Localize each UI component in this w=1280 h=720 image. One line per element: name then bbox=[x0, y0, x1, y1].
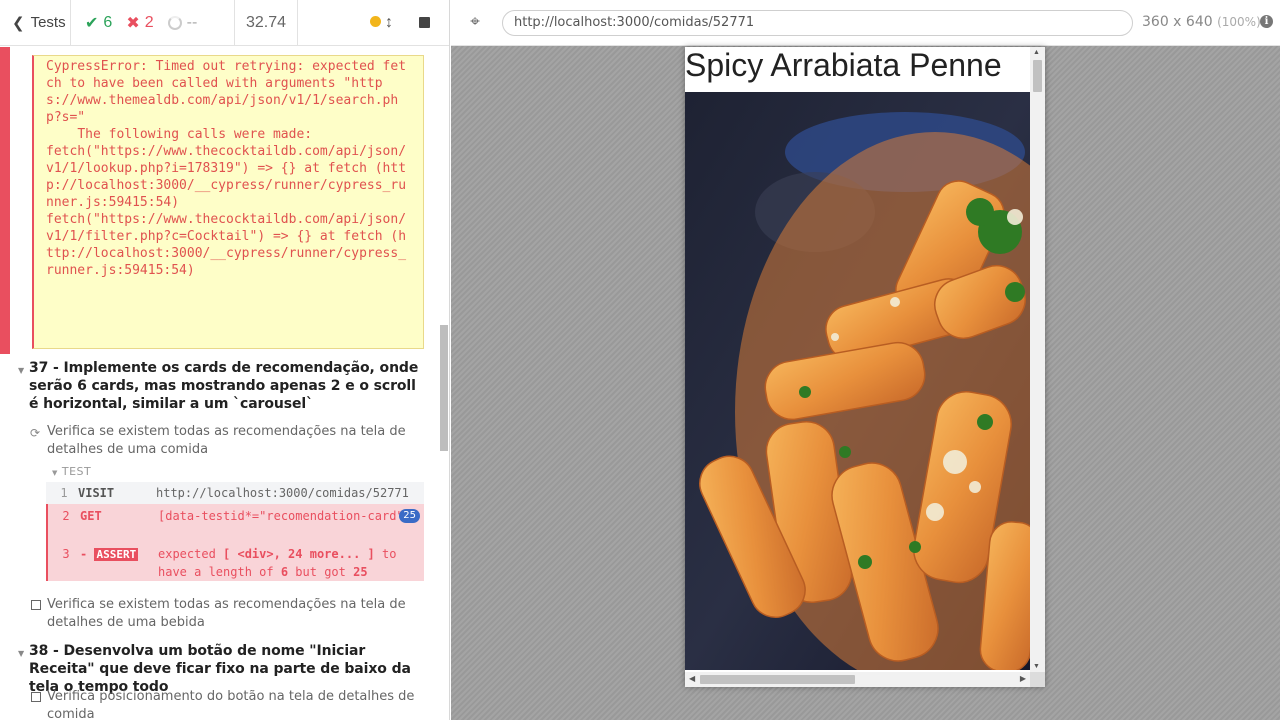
scroll-down-icon[interactable]: ▼ bbox=[1033, 663, 1040, 670]
scroll-up-icon[interactable]: ▲ bbox=[1033, 49, 1040, 56]
run-controls: ↕ bbox=[298, 0, 449, 46]
viewport-info: 360 x 640 (100%) bbox=[1142, 14, 1261, 30]
error-line: CypressError: Timed out retrying: expect… bbox=[46, 59, 407, 125]
reporter-scrollbar[interactable] bbox=[440, 325, 448, 451]
chevron-left-icon: ❮ bbox=[12, 14, 25, 32]
viewport-size: 360 x 640 bbox=[1142, 14, 1213, 30]
failed-count: ✖ 2 bbox=[126, 13, 153, 33]
command-prefix: - bbox=[80, 547, 88, 561]
command-message: expected [ <div>, 24 more... ] to have a… bbox=[158, 545, 414, 581]
pending-value: -- bbox=[186, 13, 198, 31]
command-message: http://localhost:3000/comidas/52771 bbox=[156, 486, 409, 500]
iframe-horizontal-scrollbar[interactable]: ◀ ▶ bbox=[685, 672, 1030, 687]
assert-label: ASSERT bbox=[94, 548, 139, 561]
url-bar: ⌖ http://localhost:3000/comidas/52771 36… bbox=[451, 0, 1280, 46]
command-get[interactable]: 2 GET [data-testid*="recomendation-card"… bbox=[46, 504, 424, 542]
duration: 32.74 bbox=[235, 0, 298, 46]
scrollbar-corner bbox=[1030, 672, 1045, 687]
auto-scroll-toggle[interactable]: ↕ bbox=[370, 14, 393, 32]
scroll-left-icon[interactable]: ◀ bbox=[689, 674, 695, 683]
runnable-list: CypressError: Timed out retrying: expect… bbox=[0, 47, 440, 720]
collapse-triangle-icon: ▼ bbox=[52, 469, 58, 477]
reporter-panel: ❮ Tests ✔ 6 ✖ 2 -- 32.74 ↕ CypressError:… bbox=[0, 0, 450, 720]
refresh-icon: ⟳ bbox=[30, 426, 41, 440]
test-title: Verifica se existem todas as recomendaçõ… bbox=[47, 424, 406, 457]
error-line: fetch("https://www.thecocktaildb.com/api… bbox=[46, 144, 407, 210]
tests-label: Tests bbox=[30, 14, 66, 31]
test-item-running[interactable]: ⟳ Verifica se existem todas as recomenda… bbox=[30, 423, 425, 459]
pending-count: -- bbox=[167, 13, 198, 32]
msg-subject: [ <div>, 24 more... ] bbox=[223, 547, 375, 561]
msg-expected-length: 6 bbox=[280, 565, 289, 579]
error-line: The following calls were made: bbox=[46, 127, 313, 142]
check-icon: ✔ bbox=[85, 14, 99, 32]
dot-icon bbox=[370, 15, 381, 27]
viewport-zoom: (100%) bbox=[1217, 15, 1261, 29]
failure-indicator bbox=[0, 47, 10, 354]
scroll-thumb[interactable] bbox=[1033, 60, 1042, 92]
x-icon: ✖ bbox=[126, 14, 140, 32]
checkbox-icon bbox=[31, 692, 41, 702]
tests-button[interactable]: ❮ Tests bbox=[0, 0, 71, 46]
test-title: Verifica posicionamento do botão na tela… bbox=[47, 689, 415, 720]
passed-value: 6 bbox=[103, 13, 113, 31]
command-assert[interactable]: 3 - ASSERT expected [ <div>, 24 more... … bbox=[46, 542, 424, 581]
msg-part: expected bbox=[158, 547, 216, 561]
msg-part: but got bbox=[295, 565, 346, 579]
scroll-right-icon[interactable]: ▶ bbox=[1020, 674, 1026, 683]
command-name: - ASSERT bbox=[80, 545, 139, 564]
iframe-vertical-scrollbar[interactable]: ▲ ▼ bbox=[1030, 47, 1045, 672]
msg-actual-length: 25 bbox=[353, 565, 368, 579]
arrows-icon: ↕ bbox=[385, 13, 393, 31]
test-item-pending[interactable]: Verifica se existem todas as recomendaçõ… bbox=[30, 596, 425, 632]
test-section-header[interactable]: ▼ TEST bbox=[52, 465, 91, 478]
error-message[interactable]: CypressError: Timed out retrying: expect… bbox=[32, 55, 424, 349]
suite-37[interactable]: ▼ 37 - Implemente os cards de recomendaç… bbox=[18, 359, 428, 413]
stats-bar: ❮ Tests ✔ 6 ✖ 2 -- 32.74 ↕ bbox=[0, 0, 449, 46]
app-iframe: Spicy Arrabiata Penne ▲ ▼ ◀ ▶ bbox=[685, 47, 1045, 687]
command-number: 2 bbox=[62, 509, 70, 523]
passed-count: ✔ 6 bbox=[85, 13, 112, 33]
command-name: VISIT bbox=[78, 486, 115, 500]
scroll-thumb[interactable] bbox=[700, 675, 855, 684]
failed-value: 2 bbox=[144, 13, 154, 31]
test-counts: ✔ 6 ✖ 2 -- bbox=[71, 0, 235, 46]
crosshair-icon[interactable]: ⌖ bbox=[465, 12, 485, 32]
element-count-badge: 25 bbox=[399, 509, 420, 523]
command-name: GET bbox=[80, 509, 102, 523]
cypress-runner: ❮ Tests ✔ 6 ✖ 2 -- 32.74 ↕ CypressError:… bbox=[0, 0, 1280, 720]
test-title: Verifica se existem todas as recomendaçõ… bbox=[47, 597, 406, 630]
recipe-title: Spicy Arrabiata Penne bbox=[685, 47, 1002, 83]
command-message: [data-testid*="recomendation-card"] bbox=[158, 509, 411, 523]
command-number: 3 bbox=[62, 547, 70, 561]
spinner-icon bbox=[167, 15, 182, 30]
checkbox-icon bbox=[31, 600, 41, 610]
stop-icon[interactable] bbox=[419, 17, 430, 28]
collapse-triangle-icon: ▼ bbox=[18, 366, 25, 375]
command-number: 1 bbox=[60, 486, 68, 500]
test-item-pending[interactable]: Verifica posicionamento do botão na tela… bbox=[30, 688, 425, 720]
url-field[interactable]: http://localhost:3000/comidas/52771 bbox=[502, 10, 1133, 36]
info-icon[interactable]: i bbox=[1260, 15, 1273, 28]
app-under-test-panel: ⌖ http://localhost:3000/comidas/52771 36… bbox=[451, 0, 1280, 720]
command-visit[interactable]: 1 VISIT http://localhost:3000/comidas/52… bbox=[46, 482, 424, 504]
recipe-photo bbox=[685, 92, 1030, 670]
suite-title: 37 - Implemente os cards de recomendação… bbox=[29, 360, 419, 412]
collapse-triangle-icon: ▼ bbox=[18, 649, 25, 658]
test-header-label: TEST bbox=[61, 465, 92, 478]
error-line: fetch("https://www.thecocktaildb.com/api… bbox=[46, 212, 407, 278]
